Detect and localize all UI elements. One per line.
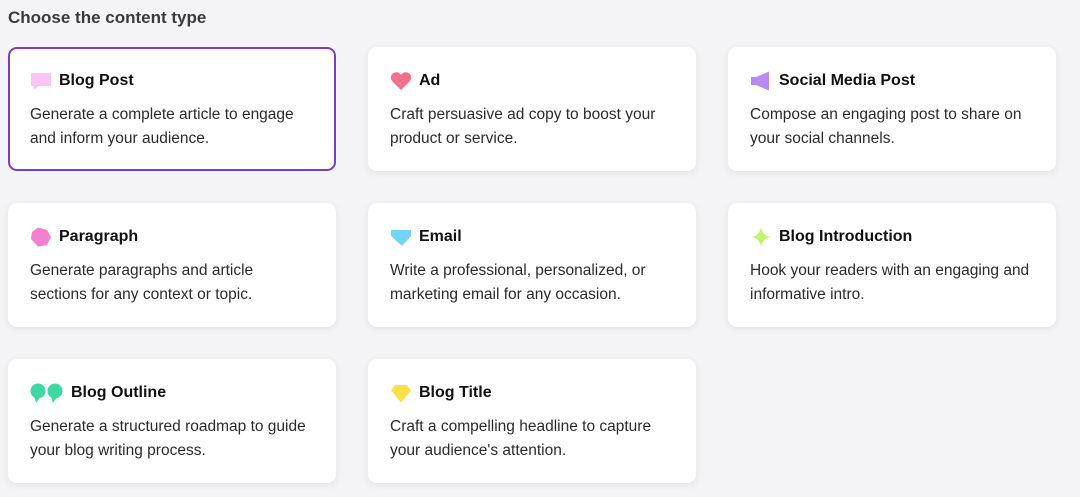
card-description: Write a professional, personalized, or m… <box>390 262 646 303</box>
section-title: Choose the content type <box>8 8 207 27</box>
card-email[interactable]: Email Write a professional, personalized… <box>368 203 696 327</box>
card-header: Blog Post <box>30 69 314 93</box>
card-header: Social Media Post <box>750 69 1034 93</box>
card-description: Generate a structured roadmap to guide y… <box>30 418 306 459</box>
card-description: Generate a complete article to engage an… <box>30 106 294 147</box>
card-blog-outline[interactable]: Blog Outline Generate a structured roadm… <box>8 359 336 483</box>
pentagon-icon <box>30 226 52 248</box>
diamond-icon <box>390 382 412 404</box>
card-header: Ad <box>390 69 674 93</box>
card-title: Blog Introduction <box>779 228 913 245</box>
card-title: Paragraph <box>59 228 139 245</box>
card-header: Blog Outline <box>30 381 314 405</box>
card-social-media-post[interactable]: Social Media Post Compose an engaging po… <box>728 47 1056 171</box>
card-title: Ad <box>419 72 441 89</box>
card-paragraph[interactable]: Paragraph Generate paragraphs and articl… <box>8 203 336 327</box>
envelope-icon <box>390 226 412 248</box>
card-blog-introduction[interactable]: Blog Introduction Hook your readers with… <box>728 203 1056 327</box>
card-title: Blog Title <box>419 384 492 401</box>
megaphone-icon <box>750 70 772 92</box>
card-header: Blog Introduction <box>750 225 1034 249</box>
quote-icon <box>30 382 64 404</box>
card-header: Email <box>390 225 674 249</box>
card-description: Generate paragraphs and article sections… <box>30 262 254 303</box>
content-type-page: Choose the content type Blog Post Genera… <box>0 0 1080 497</box>
heart-icon <box>390 70 412 92</box>
card-header: Paragraph <box>30 225 314 249</box>
card-blog-post[interactable]: Blog Post Generate a complete article to… <box>8 47 336 171</box>
card-blog-title[interactable]: Blog Title Craft a compelling headline t… <box>368 359 696 483</box>
card-title: Email <box>419 228 462 245</box>
card-description: Hook your readers with an engaging and i… <box>750 262 1030 303</box>
content-type-grid: Blog Post Generate a complete article to… <box>8 47 1056 483</box>
speech-bubble-icon <box>30 70 52 92</box>
card-title: Blog Post <box>59 72 134 89</box>
card-description: Craft persuasive ad copy to boost your p… <box>390 106 656 147</box>
card-header: Blog Title <box>390 381 674 405</box>
card-description: Compose an engaging post to share on you… <box>750 106 1022 147</box>
card-description: Craft a compelling headline to capture y… <box>390 418 652 459</box>
card-title: Blog Outline <box>71 384 167 401</box>
card-ad[interactable]: Ad Craft persuasive ad copy to boost you… <box>368 47 696 171</box>
card-title: Social Media Post <box>779 72 916 89</box>
sparkle-icon <box>750 226 772 248</box>
